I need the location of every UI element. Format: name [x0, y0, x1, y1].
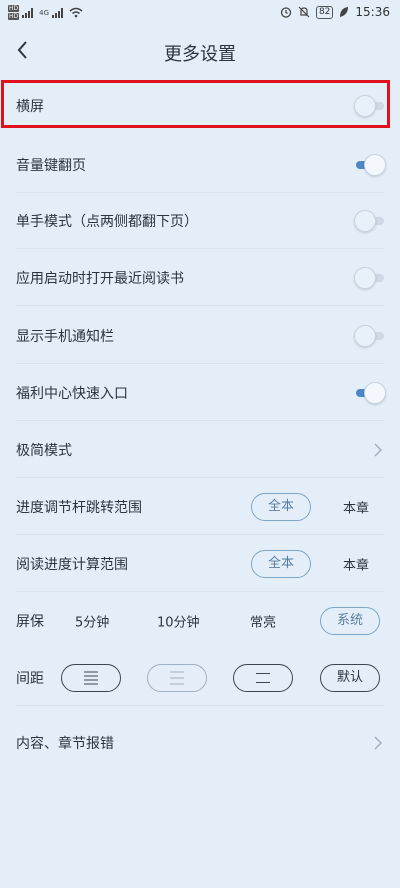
network-type: 4G [39, 8, 50, 17]
setting-row-open-recent[interactable]: 应用启动时打开最近阅读书 [0, 250, 400, 306]
signal-icon [22, 7, 34, 18]
status-time: 15:36 [355, 5, 390, 19]
setting-row-screen-saver: 屏保 5分钟 10分钟 常亮 系统 [0, 593, 400, 649]
open-recent-toggle[interactable] [354, 267, 386, 289]
progress-jump-option-whole[interactable]: 全本 [251, 493, 311, 521]
spacing-option-default[interactable]: 默认 [320, 664, 380, 692]
hd-badges: HD HD [8, 5, 20, 20]
leaf-icon [340, 7, 349, 17]
setting-label: 单手模式（点两侧都翻下页） [16, 214, 198, 230]
setting-row-welfare-entry[interactable]: 福利中心快速入口 [0, 365, 400, 421]
header-bar: 更多设置 [0, 28, 400, 74]
chevron-right-icon [374, 736, 383, 750]
setting-row-progress-calc: 阅读进度计算范围 全本 本章 [0, 536, 400, 592]
landscape-toggle[interactable] [354, 95, 386, 117]
setting-row-landscape[interactable]: 横屏 [0, 78, 400, 134]
setting-label: 屏保 [16, 614, 44, 630]
screen-saver-option-10min[interactable]: 10分钟 [157, 612, 200, 631]
setting-label: 显示手机通知栏 [16, 329, 114, 345]
page-title: 更多设置 [164, 44, 236, 65]
chevron-right-icon [374, 443, 383, 457]
setting-row-minimal-mode[interactable]: 极简模式 [0, 422, 400, 478]
setting-row-progress-jump: 进度调节杆跳转范围 全本 本章 [0, 479, 400, 535]
setting-label: 音量键翻页 [16, 158, 86, 174]
welfare-entry-toggle[interactable] [354, 382, 386, 404]
setting-label: 阅读进度计算范围 [16, 557, 128, 573]
screen-saver-option-system[interactable]: 系统 [320, 607, 380, 635]
setting-label: 内容、章节报错 [16, 736, 114, 752]
progress-calc-option-whole[interactable]: 全本 [251, 550, 311, 578]
notification-bar-toggle[interactable] [354, 325, 386, 347]
volume-page-toggle[interactable] [354, 154, 386, 176]
progress-calc-option-chapter[interactable]: 本章 [343, 555, 369, 574]
spacing-option-medium[interactable] [147, 664, 207, 692]
progress-jump-option-chapter[interactable]: 本章 [343, 498, 369, 517]
alarm-icon [280, 7, 292, 18]
setting-label: 横屏 [16, 99, 44, 115]
status-left: HD HD 4G [8, 5, 83, 20]
setting-row-notification-bar[interactable]: 显示手机通知栏 [0, 308, 400, 364]
hd-badge: HD [8, 5, 20, 12]
mute-icon [298, 6, 310, 18]
setting-row-volume-page[interactable]: 音量键翻页 [0, 137, 400, 193]
setting-label: 进度调节杆跳转范围 [16, 500, 142, 516]
one-hand-toggle[interactable] [354, 210, 386, 232]
status-right: 82 15:36 [280, 5, 390, 19]
setting-row-spacing: 间距 默认 [0, 650, 400, 706]
status-bar: HD HD 4G 82 15:36 [0, 0, 400, 28]
screen-saver-option-always-on[interactable]: 常亮 [250, 612, 276, 631]
screen-saver-option-5min[interactable]: 5分钟 [75, 612, 109, 631]
setting-label: 福利中心快速入口 [16, 386, 128, 402]
setting-label: 间距 [16, 671, 44, 687]
setting-label: 应用启动时打开最近阅读书 [16, 271, 184, 287]
spacing-option-loose[interactable] [233, 664, 293, 692]
setting-label: 极简模式 [16, 443, 72, 459]
setting-row-report-error[interactable]: 内容、章节报错 [0, 715, 400, 771]
signal-icon [52, 7, 64, 18]
wifi-icon [69, 7, 83, 18]
spacing-option-tight[interactable] [61, 664, 121, 692]
setting-row-one-hand[interactable]: 单手模式（点两侧都翻下页） [0, 193, 400, 249]
hd-badge: HD [8, 13, 20, 20]
battery-indicator: 82 [315, 5, 334, 19]
